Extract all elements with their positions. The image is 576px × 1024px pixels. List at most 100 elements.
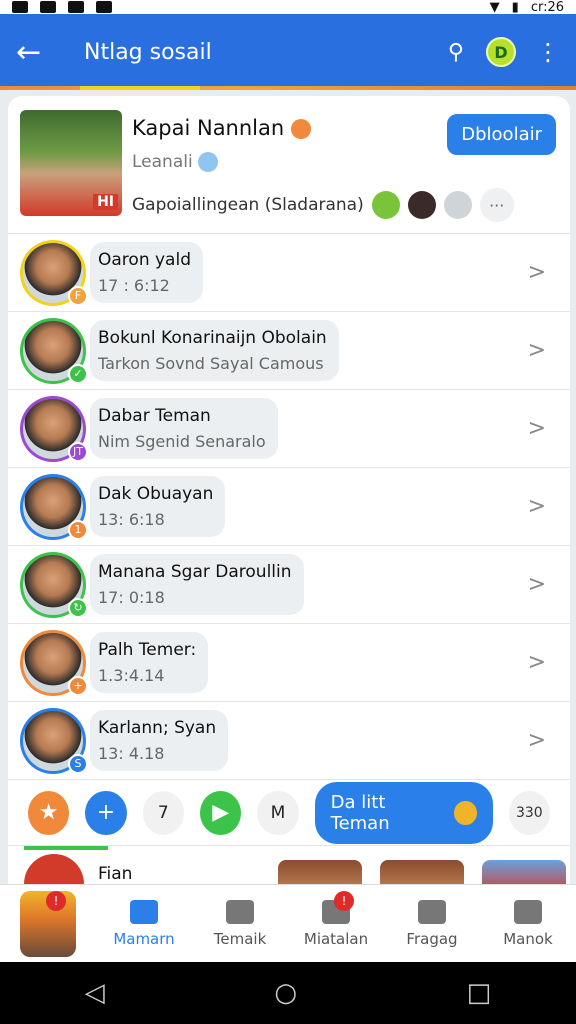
status-badge: S — [68, 753, 88, 774]
nav-item[interactable]: Manok — [480, 885, 576, 962]
search-icon[interactable]: ⚲ — [448, 40, 464, 65]
contact-row[interactable]: ✓ Bokunl Konarinaijn Obolain Tarkon Sovn… — [8, 312, 570, 390]
chevron-right-icon[interactable]: > — [528, 338, 546, 363]
contact-subtitle: 13: 6:18 — [98, 510, 165, 529]
contact-avatar[interactable]: 1 — [20, 473, 88, 540]
contact-row[interactable]: 1 Dak Obuayan 13: 6:18 > — [8, 468, 570, 546]
chevron-right-icon[interactable]: > — [528, 728, 546, 753]
profile-name-text: Kapai Nannlan — [132, 116, 285, 140]
status-bar: ▼ ▮ cr:26 — [0, 0, 576, 15]
avatar-tag: HI — [93, 194, 118, 210]
contact-avatar[interactable]: ✓ — [20, 317, 88, 384]
person-icon — [407, 191, 436, 219]
status-time: cr:26 — [530, 0, 564, 15]
recents-icon[interactable]: □ — [467, 978, 492, 1008]
profile-header: HI Kapai Nannlan Leanali Gapoiallingean … — [8, 96, 570, 234]
contact-name: Dak Obuayan — [98, 484, 214, 504]
contact-subtitle: 13: 4.18 — [98, 744, 165, 763]
emoji-icon — [290, 119, 311, 139]
contact-subtitle: 1.3:4.14 — [98, 666, 165, 685]
emoji-icon — [454, 800, 477, 825]
contact-bubble: Oaron yald 17 : 6:12 — [90, 242, 203, 303]
contact-bubble: Karlann; Syan 13: 4.18 — [90, 710, 229, 771]
profile-description-text: Gapoiallingean (Sladarana) — [132, 195, 364, 215]
contact-name: Dabar Teman — [98, 406, 211, 426]
profile-action-button[interactable]: Dbloolair — [447, 114, 556, 155]
notification-icon — [96, 1, 112, 13]
status-badge: ↻ — [68, 597, 88, 618]
status-badge: 1 — [68, 519, 88, 540]
progress-line — [24, 846, 108, 850]
nav-item[interactable]: Fragag — [384, 885, 480, 962]
contact-avatar[interactable]: JT — [20, 395, 88, 462]
contact-row[interactable]: S Karlann; Syan 13: 4.18 > — [8, 702, 570, 780]
contact-bubble: Dak Obuayan 13: 6:18 — [90, 476, 226, 537]
contact-bubble: Bokunl Konarinaijn Obolain Tarkon Sovnd … — [90, 320, 339, 381]
contact-avatar[interactable]: ↻ — [20, 551, 88, 618]
more-circle-icon[interactable]: ··· — [479, 188, 514, 222]
app-badge-icon[interactable]: D — [486, 37, 516, 67]
contact-row[interactable]: JT Dabar Teman Nim Sgenid Senaralo > — [8, 390, 570, 468]
contact-avatar[interactable]: + — [20, 629, 88, 696]
chevron-right-icon[interactable]: > — [528, 260, 546, 285]
wifi-icon: ▼ — [489, 0, 500, 15]
chevron-right-icon[interactable]: > — [528, 650, 546, 675]
contact-subtitle: 17: 0:18 — [98, 588, 165, 607]
notification-icon — [68, 1, 84, 13]
nav-item[interactable]: Temaik — [192, 885, 288, 962]
system-navigation: ◁ ○ □ — [0, 962, 576, 1024]
contact-subtitle: Tarkon Sovnd Sayal Camous — [98, 354, 324, 373]
nav-label: Miatalan — [303, 929, 369, 948]
contact-row[interactable]: + Palh Temer: 1.3:4.14 > — [8, 624, 570, 702]
profile-description: Gapoiallingean (Sladarana) ··· — [132, 188, 558, 222]
chevron-right-icon[interactable]: > — [528, 572, 546, 597]
contact-avatar[interactable]: F — [20, 239, 88, 306]
nav-label: Fragag — [406, 929, 458, 948]
battery-icon: ▮ — [511, 0, 519, 15]
user-icon — [443, 191, 472, 219]
add-icon[interactable]: + — [85, 790, 127, 835]
app-bar: ← Ntlag sosail ⚲ D ⋮ — [0, 14, 576, 90]
back-arrow-icon[interactable]: ← — [16, 35, 52, 70]
contact-subtitle: Nim Sgenid Senaralo — [98, 432, 266, 451]
nav-label: Mamarn — [113, 929, 175, 948]
nav-item[interactable]: ! — [0, 885, 96, 962]
star-icon[interactable]: ★ — [28, 790, 70, 835]
nav-icon — [226, 899, 254, 924]
contact-bubble: Manana Sgar Daroullin 17: 0:18 — [90, 554, 304, 615]
status-icons-left — [12, 1, 112, 13]
app-title: Ntlag sosail — [84, 39, 212, 65]
status-icons-right: ▼ ▮ cr:26 — [490, 0, 564, 15]
status-badge: JT — [68, 441, 88, 462]
chevron-right-icon[interactable]: > — [528, 416, 546, 441]
m-chip[interactable]: M — [257, 790, 299, 835]
nav-item[interactable]: Mamarn — [96, 885, 192, 962]
back-icon[interactable]: ◁ — [85, 978, 105, 1008]
notification-icon — [40, 1, 56, 13]
contact-name: Palh Temer: — [98, 640, 197, 660]
contact-name: Oaron yald — [98, 250, 191, 270]
profile-avatar[interactable]: HI — [20, 110, 122, 216]
contact-avatar[interactable]: S — [20, 707, 88, 774]
strip-avatar[interactable] — [24, 854, 84, 888]
contact-name: Karlann; Syan — [98, 718, 217, 738]
friend-button-label: Da litt Teman — [330, 791, 390, 834]
home-icon[interactable]: ○ — [274, 978, 297, 1008]
total-chip[interactable]: 330 — [508, 790, 550, 835]
notification-icon — [12, 1, 28, 13]
chevron-right-icon[interactable]: > — [528, 494, 546, 519]
notification-badge: ! — [334, 891, 354, 911]
more-options-icon[interactable]: ⋮ — [536, 38, 560, 66]
nav-item[interactable]: Miatalan! — [288, 885, 384, 962]
contact-row[interactable]: F Oaron yald 17 : 6:12 > — [8, 234, 570, 312]
play-icon[interactable]: ▶ — [199, 790, 242, 835]
friend-button[interactable]: Da litt Teman — [314, 781, 493, 844]
emoji-icon — [198, 152, 219, 172]
strip-name: Fian — [98, 864, 133, 884]
contact-row[interactable]: ↻ Manana Sgar Daroullin 17: 0:18 > — [8, 546, 570, 624]
contact-bubble: Dabar Teman Nim Sgenid Senaralo — [90, 398, 278, 459]
tab-indicator — [80, 86, 200, 90]
contact-name: Bokunl Konarinaijn Obolain — [98, 328, 327, 348]
count-chip[interactable]: 7 — [142, 790, 184, 835]
bottom-navigation: ! Mamarn Temaik Miatalan! Fragag Manok — [0, 884, 576, 962]
